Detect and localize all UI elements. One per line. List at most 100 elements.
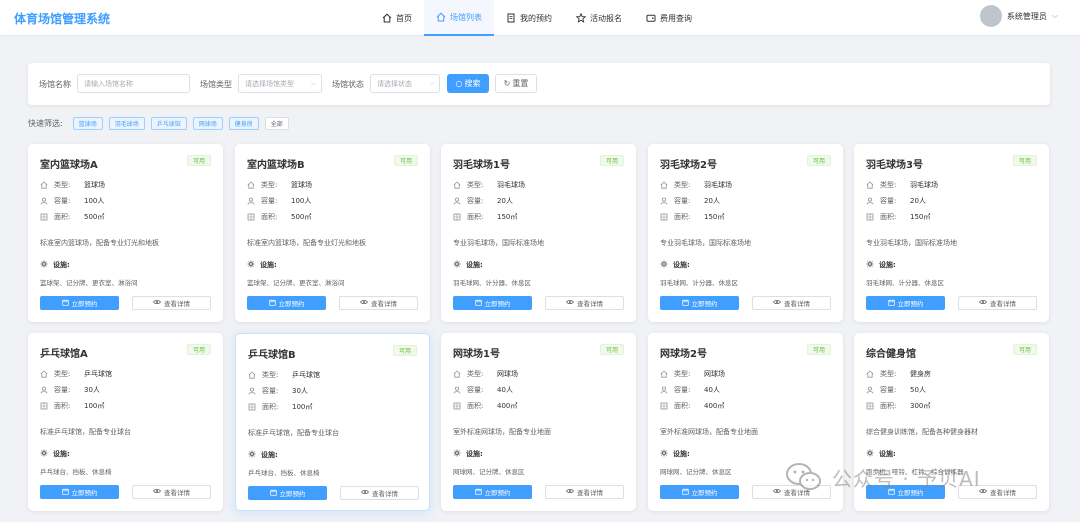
home-icon	[382, 13, 392, 23]
detail-button[interactable]: 查看详情	[132, 485, 211, 499]
venue-description: 室外标准网球场，配备专业地面	[660, 428, 758, 436]
reset-button-label: 重置	[512, 79, 529, 88]
venue-name-placeholder: 请输入场馆名称	[84, 79, 133, 88]
detail-button[interactable]: 查看详情	[545, 485, 624, 499]
venue-type-row: 类型: 乒乓球馆	[248, 370, 320, 380]
eye-icon	[773, 298, 781, 308]
venue-type-row: 类型: 乒乓球馆	[40, 369, 112, 379]
venue-capacity-value: 40人	[704, 386, 720, 394]
venue-card[interactable]: 羽毛球场1号 可用 类型: 羽毛球场 容量: 20人 面积: 150㎡ 专业羽毛球场，国际标准场…	[441, 144, 636, 322]
detail-button[interactable]: 查看详情	[545, 296, 624, 310]
detail-button-label: 查看详情	[164, 489, 190, 497]
venue-card[interactable]: 室内篮球场A 可用 类型: 篮球场 容量: 100人 面积: 500㎡ 标准室内篮球场，配备专业…	[28, 144, 223, 322]
venue-name-input[interactable]: 请输入场馆名称	[77, 74, 190, 93]
quick-tag-pingpong[interactable]: 乒乓球馆	[150, 117, 187, 130]
nav-fees-label: 费用查询	[660, 13, 692, 23]
venue-area-key: 面积:	[54, 402, 71, 410]
book-button[interactable]: 立即预约	[453, 485, 532, 499]
book-button[interactable]: 立即预约	[660, 296, 739, 310]
document-icon	[507, 13, 515, 23]
venue-card[interactable]: 网球场1号 可用 类型: 网球场 容量: 40人 面积: 400㎡ 室外标准网球场，配备专业地面…	[441, 333, 636, 511]
detail-button-label: 查看详情	[577, 489, 603, 497]
nav-fees[interactable]: 费用查询	[634, 0, 704, 36]
facilities-label: 设施:	[673, 450, 690, 458]
detail-button[interactable]: 查看详情	[132, 296, 211, 310]
detail-button[interactable]: 查看详情	[340, 486, 419, 500]
venue-type-select[interactable]: 请选择场馆类型 ⌵	[238, 74, 322, 93]
grid-icon	[453, 213, 461, 221]
search-panel: 场馆名称 请输入场馆名称 场馆类型 请选择场馆类型 ⌵ 场馆状态 请选择状态 ⌵…	[28, 63, 1050, 105]
venue-capacity-key: 容量:	[262, 387, 279, 395]
search-button[interactable]: ○ 搜索	[447, 74, 489, 93]
book-button-label: 立即预约	[897, 300, 924, 308]
venue-type-icon	[453, 181, 461, 189]
nav-reservations-label: 我的预约	[520, 13, 552, 23]
watermark: 公众号 · 予贝AI	[784, 462, 981, 492]
detail-button-label: 查看详情	[372, 490, 398, 498]
detail-button-label: 查看详情	[577, 300, 603, 308]
book-button[interactable]: 立即预约	[248, 486, 327, 500]
venue-type-key: 类型:	[54, 370, 71, 378]
venue-type-key: 类型:	[880, 370, 897, 378]
quick-tag-all[interactable]: 全部	[264, 117, 289, 130]
venue-icon	[436, 12, 446, 22]
nav-venues[interactable]: 场馆列表	[424, 0, 494, 36]
venue-area-row: 面积: 100㎡	[40, 401, 104, 411]
book-button[interactable]: 立即预约	[660, 485, 739, 499]
venue-capacity-value: 20人	[497, 197, 513, 205]
facilities-heading: 设施:	[247, 260, 277, 270]
avatar[interactable]	[979, 5, 1002, 27]
quick-tag-tennis[interactable]: 网球场	[192, 117, 223, 130]
venue-card[interactable]: 乒乓球馆A 可用 类型: 乒乓球馆 容量: 30人 面积: 100㎡ 标准乒乓球馆，配备专业球台…	[28, 333, 223, 511]
venue-capacity-value: 20人	[910, 197, 926, 205]
book-button[interactable]: 立即预约	[247, 296, 326, 310]
venue-capacity-key: 容量:	[467, 386, 484, 394]
person-icon	[453, 386, 461, 394]
nav-activities[interactable]: 活动报名	[564, 0, 634, 36]
venue-card[interactable]: 乒乓球馆B 可用 类型: 乒乓球馆 容量: 30人 面积: 100㎡ 标准乒乓球馆，配备专业球台…	[235, 333, 430, 511]
venue-capacity-key: 容量:	[54, 386, 71, 394]
nav-venues-label: 场馆列表	[450, 12, 482, 22]
nav-home[interactable]: 首页	[370, 0, 424, 36]
venue-area-row: 面积: 300㎡	[866, 401, 930, 411]
nav-reservations[interactable]: 我的预约	[494, 0, 564, 36]
gear-icon	[660, 260, 668, 270]
venue-name-label: 场馆名称	[39, 80, 71, 89]
venue-type-icon	[660, 370, 668, 378]
book-button[interactable]: 立即预约	[40, 485, 119, 499]
quick-tag-gym[interactable]: 健身房	[228, 117, 259, 130]
eye-icon	[979, 298, 987, 308]
book-button[interactable]: 立即预约	[40, 296, 119, 310]
venue-capacity-row: 容量: 50人	[866, 385, 926, 395]
venue-area-value: 300㎡	[910, 402, 931, 410]
venue-description: 室外标准网球场，配备专业地面	[453, 428, 551, 436]
user-menu[interactable]: 系统管理员 ⌵	[979, 5, 1058, 27]
book-button[interactable]: 立即预约	[866, 296, 945, 310]
detail-button[interactable]: 查看详情	[339, 296, 418, 310]
book-button[interactable]: 立即预约	[453, 296, 532, 310]
venue-status-select[interactable]: 请选择状态 ⌵	[370, 74, 440, 93]
venue-title: 羽毛球场2号	[660, 160, 717, 171]
venue-title: 室内篮球场A	[40, 160, 98, 171]
venue-description: 标准乒乓球馆，配备专业球台	[248, 429, 339, 437]
venue-card[interactable]: 羽毛球场3号 可用 类型: 羽毛球场 容量: 20人 面积: 150㎡ 专业羽毛球场，国际标准场…	[854, 144, 1049, 322]
venue-description: 标准乒乓球馆，配备专业球台	[40, 428, 131, 436]
reset-button[interactable]: ↻ 重置	[495, 74, 537, 93]
quick-tag-basketball[interactable]: 篮球场	[72, 117, 103, 130]
venue-type-row: 类型: 羽毛球场	[660, 180, 732, 190]
facilities-list: 乒乓球台、挡板、休息椅	[248, 469, 320, 477]
person-icon	[660, 197, 668, 205]
venue-card[interactable]: 羽毛球场2号 可用 类型: 羽毛球场 容量: 20人 面积: 150㎡ 专业羽毛球场，国际标准场…	[648, 144, 843, 322]
venue-type-key: 类型:	[261, 181, 278, 189]
facilities-heading: 设施:	[453, 449, 483, 459]
calendar-icon	[61, 299, 69, 308]
venue-card[interactable]: 室内篮球场B 可用 类型: 篮球场 容量: 100人 面积: 500㎡ 标准室内篮球场，配备专业…	[235, 144, 430, 322]
venue-area-key: 面积:	[674, 402, 691, 410]
detail-button[interactable]: 查看详情	[958, 296, 1037, 310]
venue-type-key: 类型:	[467, 181, 484, 189]
book-button-label: 立即预约	[484, 300, 511, 308]
venue-capacity-value: 20人	[704, 197, 720, 205]
detail-button[interactable]: 查看详情	[752, 296, 831, 310]
venue-type-key: 类型:	[262, 371, 279, 379]
quick-tag-badminton[interactable]: 羽毛球场	[108, 117, 145, 130]
